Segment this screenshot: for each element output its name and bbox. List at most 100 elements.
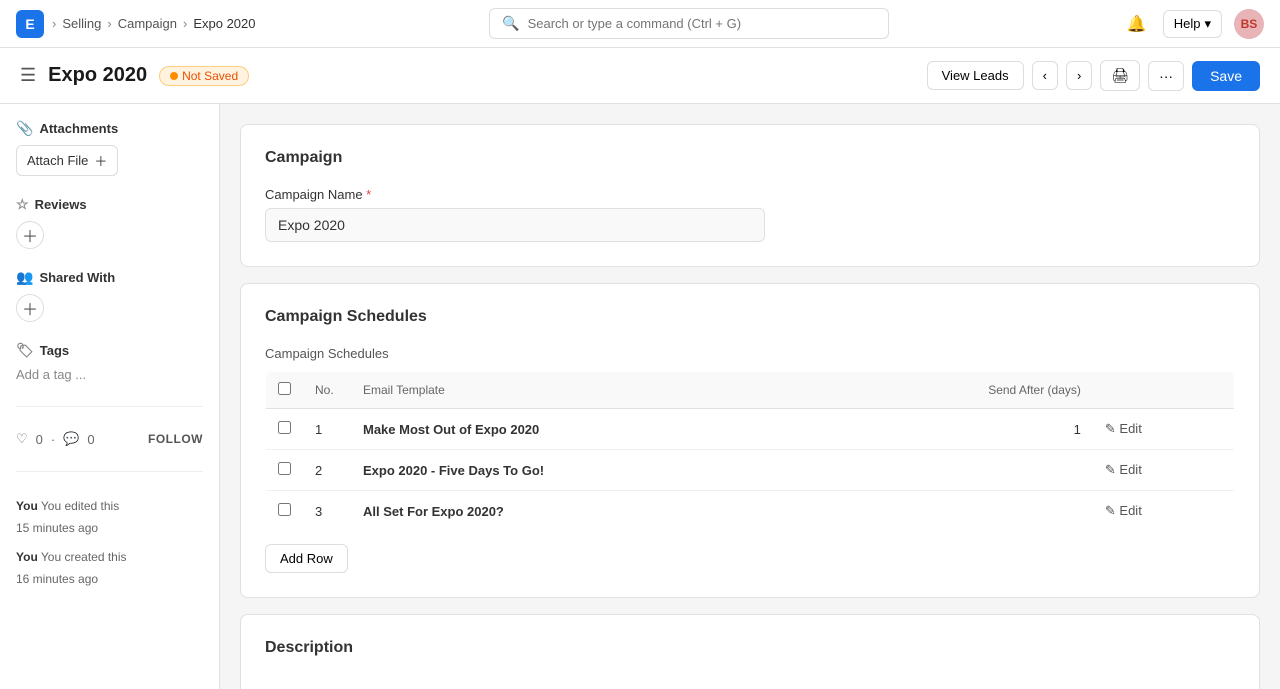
likes-count: 0 [36, 432, 43, 447]
row-email-template: All Set For Expo 2020? [351, 491, 824, 532]
sidebar-toggle-button[interactable]: ☰ [20, 65, 36, 86]
schedules-card: Campaign Schedules Campaign Schedules No… [240, 283, 1260, 598]
attach-file-button[interactable]: Attach File ＋ [16, 145, 118, 176]
description-card-title: Description [265, 639, 1235, 657]
notifications-button[interactable]: 🔔 [1123, 10, 1151, 38]
app-icon[interactable]: E [16, 10, 44, 38]
view-leads-button[interactable]: View Leads [927, 61, 1024, 90]
reviews-label: Reviews [35, 197, 87, 212]
row-checkbox[interactable] [278, 462, 291, 475]
th-send-after: Send After (days) [824, 372, 1093, 409]
campaign-card-title: Campaign [265, 149, 1235, 167]
prev-button[interactable]: ‹ [1032, 61, 1058, 90]
campaign-name-label-text: Campaign Name [265, 187, 363, 202]
more-options-button[interactable]: ··· [1148, 61, 1184, 91]
select-all-checkbox[interactable] [278, 382, 291, 395]
nav-left: E › Selling › Campaign › Expo 2020 [16, 10, 256, 38]
attachments-title: 📎 Attachments [16, 120, 203, 137]
created-you: You [16, 550, 38, 564]
edit-link[interactable]: ✎ Edit [1105, 462, 1222, 478]
paperclip-icon: 📎 [16, 120, 33, 137]
campaign-name-group: Campaign Name * [265, 187, 1235, 242]
add-shared-button[interactable]: ＋ [16, 294, 44, 322]
divider [16, 406, 203, 407]
page-title: Expo 2020 [48, 64, 147, 87]
dot-sep: · [51, 432, 55, 447]
row-edit-cell: ✎ Edit [1093, 491, 1235, 532]
created-label: You created this [41, 550, 127, 564]
required-marker: * [366, 187, 371, 202]
star-icon: ☆ [16, 196, 29, 213]
campaign-name-input[interactable] [265, 208, 765, 242]
breadcrumb-campaign[interactable]: Campaign [118, 16, 177, 31]
follow-button[interactable]: FOLLOW [148, 432, 203, 446]
edited-line: You You edited this 15 minutes ago [16, 496, 203, 539]
row-send-after: 1 [824, 409, 1093, 450]
search-box: 🔍 [489, 8, 889, 39]
row-no: 2 [303, 450, 351, 491]
row-send-after [824, 491, 1093, 532]
table-row: 3 All Set For Expo 2020? ✎ Edit [266, 491, 1235, 532]
row-checkbox-cell [266, 491, 304, 532]
row-checkbox-cell [266, 450, 304, 491]
breadcrumb-selling[interactable]: Selling [62, 16, 101, 31]
next-button[interactable]: › [1066, 61, 1092, 90]
attachments-section: 📎 Attachments Attach File ＋ [16, 120, 203, 176]
plus-icon: ＋ [94, 151, 107, 170]
edited-label: You edited this [41, 499, 119, 513]
search-input[interactable] [528, 16, 877, 31]
schedules-table: No. Email Template Send After (days) 1 M… [265, 371, 1235, 532]
schedules-card-title: Campaign Schedules [265, 308, 1235, 326]
sidebar-meta: You You edited this 15 minutes ago You Y… [16, 496, 203, 590]
edit-link[interactable]: ✎ Edit [1105, 421, 1222, 437]
row-no: 3 [303, 491, 351, 532]
add-review-button[interactable]: ＋ [16, 221, 44, 249]
description-card: Description [240, 614, 1260, 689]
not-saved-dot [170, 72, 178, 80]
layout: 📎 Attachments Attach File ＋ ☆ Reviews ＋ … [0, 104, 1280, 689]
main-content: Campaign Campaign Name * Campaign Schedu… [220, 104, 1280, 689]
comment-icon: 💬 [63, 431, 79, 447]
campaign-card: Campaign Campaign Name * [240, 124, 1260, 267]
divider2 [16, 471, 203, 472]
tags-section: 🏷 Tags Add a tag ... [16, 342, 203, 382]
add-tag-input[interactable]: Add a tag ... [16, 367, 203, 382]
tags-title: 🏷 Tags [16, 342, 203, 359]
row-edit-cell: ✎ Edit [1093, 409, 1235, 450]
help-button[interactable]: Help ▾ [1163, 10, 1222, 38]
row-send-after [824, 450, 1093, 491]
avatar[interactable]: BS [1234, 9, 1264, 39]
attach-file-label: Attach File [27, 153, 88, 168]
chevron-down-icon: ▾ [1204, 16, 1211, 32]
heart-icon: ♡ [16, 431, 28, 447]
row-no: 1 [303, 409, 351, 450]
not-saved-badge: Not Saved [159, 66, 249, 86]
schedules-table-label: Campaign Schedules [265, 346, 1235, 361]
print-button[interactable]: 🖨 [1100, 60, 1140, 91]
th-email-template: Email Template [351, 372, 824, 409]
th-no: No. [303, 372, 351, 409]
row-email-template: Expo 2020 - Five Days To Go! [351, 450, 824, 491]
breadcrumb-sep1: › [107, 16, 111, 31]
table-row: 1 Make Most Out of Expo 2020 1 ✎ Edit [266, 409, 1235, 450]
row-checkbox[interactable] [278, 503, 291, 516]
created-time: 16 minutes ago [16, 572, 98, 586]
top-nav: E › Selling › Campaign › Expo 2020 🔍 🔔 H… [0, 0, 1280, 48]
table-row: 2 Expo 2020 - Five Days To Go! ✎ Edit [266, 450, 1235, 491]
breadcrumb-current: Expo 2020 [193, 16, 255, 31]
campaign-name-label: Campaign Name * [265, 187, 1235, 202]
page-header: ☰ Expo 2020 Not Saved View Leads ‹ › 🖨 ·… [0, 48, 1280, 104]
search-container: 🔍 [489, 8, 889, 39]
likes-row: ♡ 0 · 💬 0 FOLLOW [16, 431, 203, 447]
row-edit-cell: ✎ Edit [1093, 450, 1235, 491]
reviews-section: ☆ Reviews ＋ [16, 196, 203, 249]
add-row-button[interactable]: Add Row [265, 544, 348, 573]
comments-count: 0 [87, 432, 94, 447]
edit-link[interactable]: ✎ Edit [1105, 503, 1222, 519]
tag-icon: 🏷 [16, 342, 34, 359]
sidebar: 📎 Attachments Attach File ＋ ☆ Reviews ＋ … [0, 104, 220, 689]
breadcrumb: › Selling › Campaign › Expo 2020 [52, 16, 256, 31]
row-checkbox[interactable] [278, 421, 291, 434]
share-icon: 👥 [16, 269, 33, 286]
save-button[interactable]: Save [1192, 61, 1260, 91]
